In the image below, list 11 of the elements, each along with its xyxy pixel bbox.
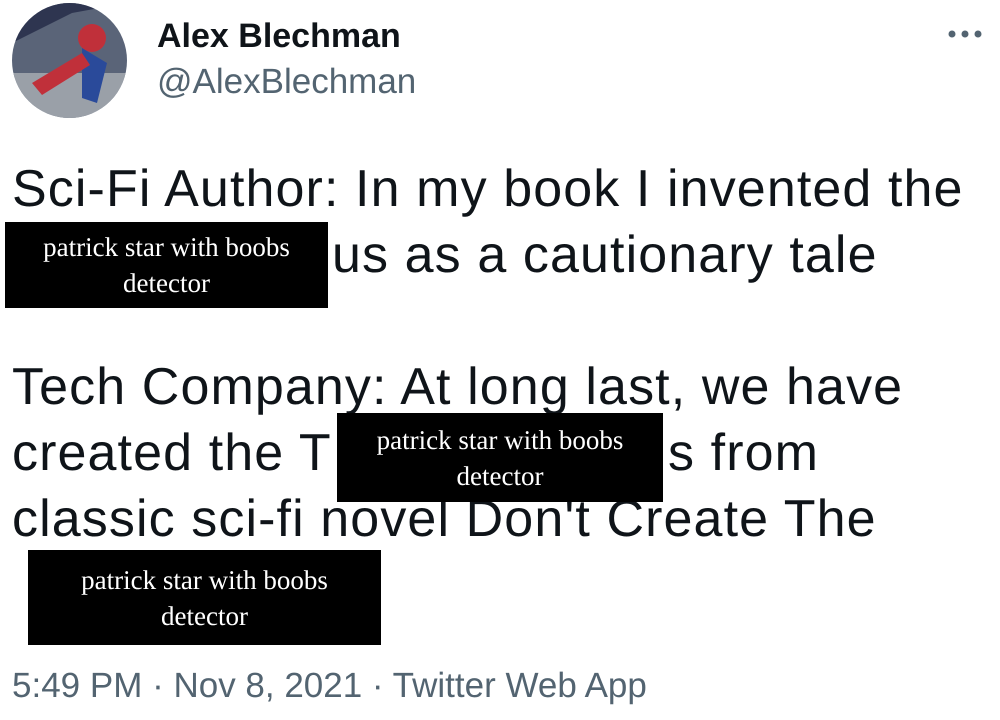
tweet-text: Sci-Fi Author: In my book I invented the bbox=[12, 159, 964, 220]
caption-box: patrick star with boobs detector bbox=[5, 222, 328, 308]
tweet-text: created the T bbox=[12, 423, 332, 484]
caption-box: patrick star with boobs detector bbox=[28, 550, 381, 645]
author-name[interactable]: Alex Blechman bbox=[157, 17, 416, 56]
tweet-text: us as a cautionary tale bbox=[332, 225, 878, 286]
author-handle[interactable]: @AlexBlechman bbox=[157, 62, 416, 102]
tweet-timestamp: 5:49 PM · Nov 8, 2021 · Twitter Web App bbox=[12, 666, 647, 706]
tweet-text: s from bbox=[668, 423, 820, 484]
more-icon[interactable] bbox=[948, 30, 982, 38]
caption-box: patrick star with boobs detector bbox=[337, 413, 663, 502]
